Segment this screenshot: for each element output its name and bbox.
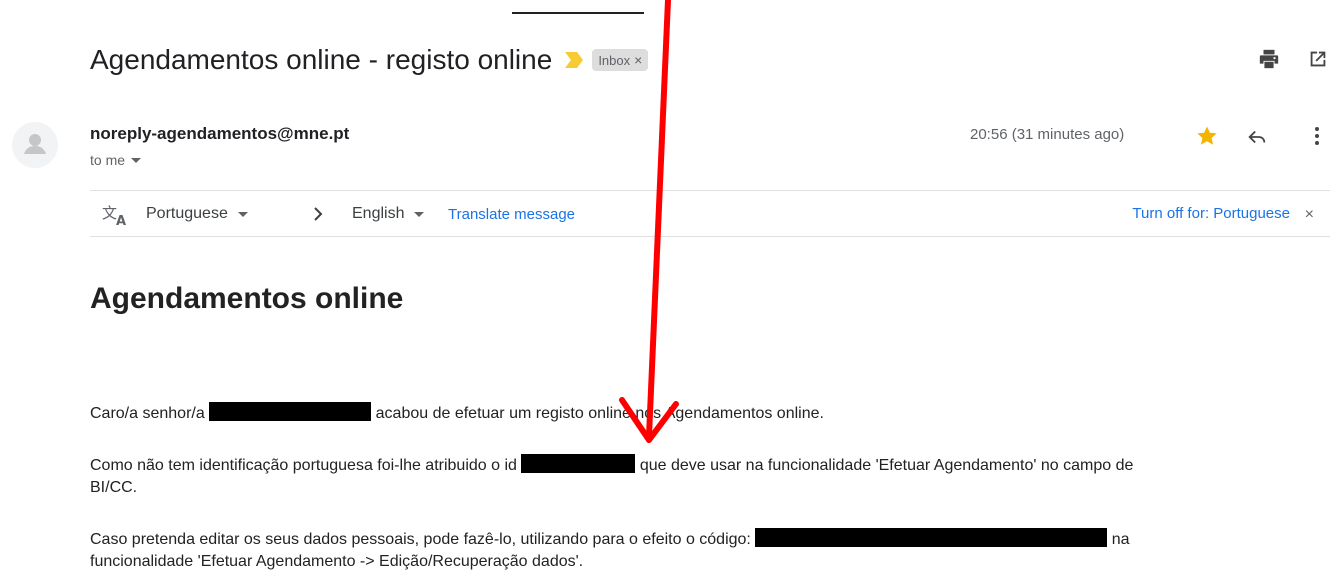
paragraph-text: na bbox=[1111, 531, 1130, 548]
body-paragraph-3: Caso pretenda editar os seus dados pesso… bbox=[90, 528, 1130, 573]
chevron-down-icon bbox=[414, 211, 425, 217]
paragraph-text: BI/CC. bbox=[90, 479, 138, 496]
print-icon[interactable] bbox=[1258, 48, 1280, 70]
recipient-details-toggle[interactable]: to me bbox=[90, 152, 142, 168]
chevron-down-icon bbox=[131, 157, 142, 163]
divider bbox=[90, 236, 1330, 237]
paragraph-text: Caro/a senhor/a bbox=[90, 405, 205, 422]
target-language-label: English bbox=[352, 205, 405, 222]
sender-address[interactable]: noreply-agendamentos@mne.pt bbox=[90, 124, 349, 144]
cropped-header-text bbox=[0, 0, 1338, 22]
redacted-code bbox=[755, 528, 1108, 547]
more-options-icon[interactable] bbox=[1312, 124, 1322, 148]
translate-message-link[interactable]: Translate message bbox=[448, 206, 575, 223]
body-paragraph-2: Como não tem identificação portuguesa fo… bbox=[90, 454, 1133, 499]
close-translate-bar-button[interactable]: × bbox=[1305, 207, 1314, 223]
recipient-text: to me bbox=[90, 152, 126, 168]
paragraph-text: Como não tem identificação portuguesa fo… bbox=[90, 457, 517, 474]
inbox-label-text: Inbox bbox=[598, 52, 631, 68]
redacted-name bbox=[209, 402, 372, 421]
paragraph-text: Caso pretenda editar os seus dados pesso… bbox=[90, 531, 751, 548]
star-icon[interactable] bbox=[1195, 124, 1219, 148]
message-timestamp: 20:56 (31 minutes ago) bbox=[970, 126, 1125, 143]
subject-row: Agendamentos online - registo online Inb… bbox=[90, 42, 649, 78]
paragraph-text: acabou de efetuar um registo online nos … bbox=[375, 405, 824, 422]
translate-bar: 文 A Portuguese English Translate message… bbox=[90, 194, 1330, 234]
translate-icon: 文 A bbox=[102, 204, 126, 227]
paragraph-text: que deve usar na funcionalidade 'Efetuar… bbox=[639, 457, 1134, 474]
inbox-label-chip: Inbox × bbox=[592, 49, 649, 71]
source-language-dropdown[interactable]: Portuguese bbox=[146, 205, 248, 223]
paragraph-text: funcionalidade 'Efetuar Agendamento -> E… bbox=[90, 553, 584, 570]
underline bbox=[512, 12, 644, 14]
svg-text:文: 文 bbox=[102, 204, 117, 222]
body-heading: Agendamentos online bbox=[90, 282, 404, 315]
avatar[interactable] bbox=[12, 122, 58, 168]
importance-marker-icon[interactable] bbox=[564, 51, 584, 69]
remove-label-button[interactable]: × bbox=[634, 52, 642, 68]
chevron-right-icon bbox=[314, 207, 323, 221]
body-paragraph-1: Caro/a senhor/a acabou de efetuar um reg… bbox=[90, 402, 824, 425]
svg-text:A: A bbox=[116, 214, 126, 227]
source-language-label: Portuguese bbox=[146, 205, 228, 222]
redacted-id bbox=[521, 454, 636, 473]
email-subject: Agendamentos online - registo online bbox=[90, 44, 553, 75]
turn-off-translation-link[interactable]: Turn off for: Portuguese bbox=[1132, 205, 1290, 222]
default-avatar-icon bbox=[24, 134, 46, 154]
chevron-down-icon bbox=[237, 211, 248, 217]
target-language-dropdown[interactable]: English bbox=[352, 205, 425, 223]
divider bbox=[90, 190, 1330, 191]
reply-icon[interactable] bbox=[1246, 126, 1268, 148]
open-in-new-window-icon[interactable] bbox=[1307, 48, 1329, 70]
